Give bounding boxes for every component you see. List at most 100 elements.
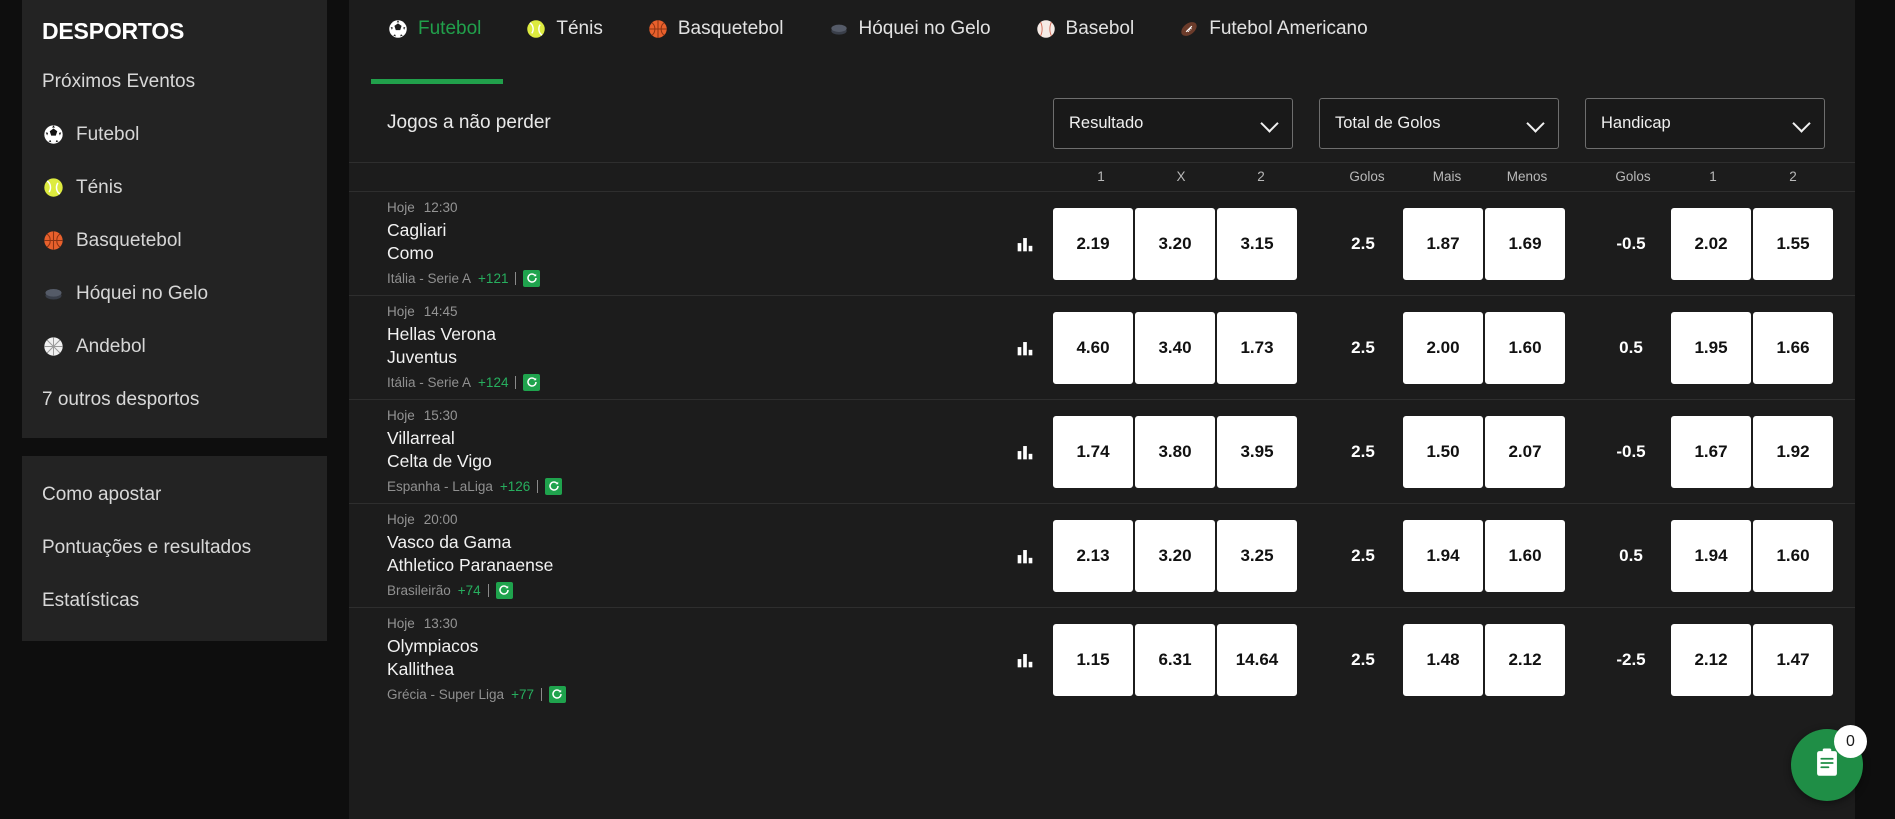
odd-button[interactable]: 6.31: [1135, 623, 1215, 696]
sidebar-item-como-apostar[interactable]: Como apostar: [22, 468, 327, 521]
tab-futebol-americano[interactable]: Futebol Americano: [1156, 0, 1389, 84]
more-markets-count[interactable]: +74: [458, 583, 481, 598]
sidebar-item-label: Hóquei no Gelo: [76, 283, 209, 304]
odd-button[interactable]: 3.25: [1217, 519, 1297, 592]
odd-button[interactable]: 1.73: [1217, 311, 1297, 384]
select-total-de-golos[interactable]: Total de Golos: [1319, 97, 1559, 149]
live-stream-icon[interactable]: [523, 373, 541, 391]
away-team: Athletico Paranaense: [387, 554, 554, 575]
odd-button[interactable]: 2.19: [1053, 207, 1133, 280]
odd-button[interactable]: 1.67: [1671, 415, 1751, 488]
section-title: Jogos a não perder: [387, 112, 551, 133]
odd-button[interactable]: 1.74: [1053, 415, 1133, 488]
odd-button[interactable]: 2.07: [1485, 415, 1565, 488]
page-root: DESPORTOS Próximos Eventos Futebol Ténis…: [0, 0, 1895, 819]
odd-button[interactable]: 1.15: [1053, 623, 1133, 696]
odds-group-result: 1.74 3.80 3.95: [1053, 415, 1297, 488]
select-handicap[interactable]: Handicap: [1585, 97, 1825, 149]
sidebar-item-futebol[interactable]: Futebol: [22, 108, 327, 161]
betslip-button[interactable]: 0: [1791, 725, 1867, 801]
handicap-line: 0.5: [1619, 545, 1643, 565]
odd-button[interactable]: 2.12: [1485, 623, 1565, 696]
sidebar-item-pontuacoes-resultados[interactable]: Pontuações e resultados: [22, 521, 327, 574]
odd-button[interactable]: 1.47: [1753, 623, 1833, 696]
odd-button[interactable]: 1.94: [1403, 519, 1483, 592]
tab-basebol[interactable]: Basebol: [1013, 0, 1157, 84]
handicap-line: -0.5: [1616, 441, 1646, 461]
match-row[interactable]: Hoje 14:45 Hellas Verona Juventus Itália…: [349, 295, 1855, 399]
odd-button[interactable]: 1.66: [1753, 311, 1833, 384]
column-group-handicap: Golos 1 2: [1593, 170, 1833, 184]
match-info[interactable]: Hoje 20:00 Vasco da Gama Athletico Paran…: [371, 512, 997, 599]
more-markets-count[interactable]: +126: [500, 479, 530, 494]
odd-button[interactable]: 1.87: [1403, 207, 1483, 280]
match-info[interactable]: Hoje 12:30 Cagliari Como Itália - Serie …: [371, 200, 997, 287]
match-info[interactable]: Hoje 13:30 Olympiacos Kallithea Grécia -…: [371, 616, 997, 703]
odd-button[interactable]: 3.20: [1135, 207, 1215, 280]
sidebar-item-estatisticas[interactable]: Estatísticas: [22, 574, 327, 627]
sidebar-item-basquetebol[interactable]: Basquetebol: [22, 214, 327, 267]
tab-basquetebol[interactable]: Basquetebol: [625, 0, 806, 84]
match-row[interactable]: Hoje 13:30 Olympiacos Kallithea Grécia -…: [349, 607, 1855, 711]
odd-button[interactable]: 3.80: [1135, 415, 1215, 488]
odd-button[interactable]: 1.60: [1753, 519, 1833, 592]
live-stream-icon[interactable]: [523, 269, 541, 287]
match-stats-icon[interactable]: [997, 441, 1053, 463]
odd-button[interactable]: 2.00: [1403, 311, 1483, 384]
odds-group-totals: 2.5 1.50 2.07: [1323, 415, 1565, 488]
divider: [540, 687, 542, 701]
odd-button[interactable]: 3.40: [1135, 311, 1215, 384]
select-resultado[interactable]: Resultado: [1053, 97, 1293, 149]
match-row[interactable]: Hoje 20:00 Vasco da Gama Athletico Paran…: [349, 503, 1855, 607]
totals-line: 2.5: [1351, 649, 1375, 669]
odd-button[interactable]: 14.64: [1217, 623, 1297, 696]
odd-button[interactable]: 2.12: [1671, 623, 1751, 696]
live-stream-icon[interactable]: [545, 477, 563, 495]
league-name: Brasileirão: [387, 582, 451, 598]
select-value: Handicap: [1601, 113, 1671, 132]
match-info[interactable]: Hoje 15:30 Villarreal Celta de Vigo Espa…: [371, 408, 997, 495]
match-row[interactable]: Hoje 12:30 Cagliari Como Itália - Serie …: [349, 191, 1855, 295]
odd-button[interactable]: 1.50: [1403, 415, 1483, 488]
tab-tenis[interactable]: Ténis: [503, 0, 624, 84]
odd-button[interactable]: 2.13: [1053, 519, 1133, 592]
match-stats-icon[interactable]: [997, 545, 1053, 567]
home-team: Cagliari: [387, 220, 447, 241]
odd-button[interactable]: 1.92: [1753, 415, 1833, 488]
match-stats-icon[interactable]: [997, 233, 1053, 255]
match-info[interactable]: Hoje 14:45 Hellas Verona Juventus Itália…: [371, 304, 997, 391]
more-markets-count[interactable]: +77: [511, 687, 534, 702]
sidebar-item-proximos-eventos[interactable]: Próximos Eventos: [22, 55, 327, 108]
sidebar-item-outros-desportos[interactable]: 7 outros desportos: [22, 373, 327, 426]
odd-button[interactable]: 3.15: [1217, 207, 1297, 280]
match-stats-icon[interactable]: [997, 337, 1053, 359]
tab-futebol[interactable]: Futebol: [371, 0, 504, 84]
column-header: 2: [1789, 169, 1797, 185]
sidebar-item-andebol[interactable]: Andebol: [22, 320, 327, 373]
odd-button[interactable]: 2.02: [1671, 207, 1751, 280]
live-stream-icon[interactable]: [548, 685, 566, 703]
odd-button[interactable]: 3.95: [1217, 415, 1297, 488]
tab-hoquei-no-gelo[interactable]: Hóquei no Gelo: [806, 0, 1013, 84]
match-league-row: Espanha - LaLiga +126: [387, 477, 997, 495]
match-row[interactable]: Hoje 15:30 Villarreal Celta de Vigo Espa…: [349, 399, 1855, 503]
match-league-row: Itália - Serie A +121: [387, 269, 997, 287]
odd-button[interactable]: 1.60: [1485, 519, 1565, 592]
odd-button[interactable]: 1.60: [1485, 311, 1565, 384]
odd-button[interactable]: 1.69: [1485, 207, 1565, 280]
sidebar-item-hoquei-no-gelo[interactable]: Hóquei no Gelo: [22, 267, 327, 320]
odd-button[interactable]: 1.55: [1753, 207, 1833, 280]
sidebar-item-tenis[interactable]: Ténis: [22, 161, 327, 214]
market-selects: Resultado Total de Golos Handicap: [1053, 97, 1833, 149]
match-stats-icon[interactable]: [997, 649, 1053, 671]
odd-button[interactable]: 4.60: [1053, 311, 1133, 384]
odd-button[interactable]: 3.20: [1135, 519, 1215, 592]
match-clock: 15:30: [423, 408, 458, 424]
odd-button[interactable]: 1.95: [1671, 311, 1751, 384]
odd-button[interactable]: 1.94: [1671, 519, 1751, 592]
odds-group-totals: 2.5 1.87 1.69: [1323, 207, 1565, 280]
live-stream-icon[interactable]: [495, 581, 513, 599]
more-markets-count[interactable]: +124: [478, 375, 508, 390]
more-markets-count[interactable]: +121: [478, 271, 508, 286]
odd-button[interactable]: 1.48: [1403, 623, 1483, 696]
